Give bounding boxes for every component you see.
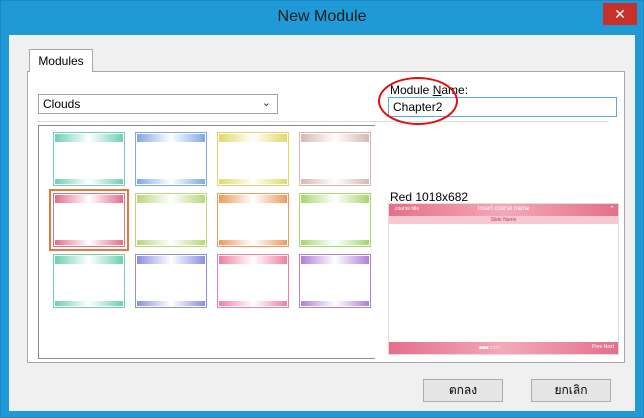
template-select-value: Clouds bbox=[43, 97, 81, 111]
preview-slide-title: Slide Name bbox=[389, 216, 618, 224]
dialog-body: Modules Clouds ⌄ Module Name: Red 1018x6… bbox=[9, 35, 635, 411]
template-thumbnail[interactable] bbox=[217, 132, 289, 186]
template-thumbnail[interactable] bbox=[53, 132, 125, 186]
template-thumbnail[interactable] bbox=[135, 132, 207, 186]
template-thumbnail[interactable] bbox=[299, 254, 371, 308]
chevron-down-icon: ⌄ bbox=[261, 97, 271, 109]
highlight-circle bbox=[378, 77, 458, 125]
template-select[interactable]: Clouds ⌄ bbox=[38, 94, 278, 114]
preview-progress-icon: ■■■□□□□ bbox=[479, 345, 501, 351]
dialog-window: New Module ✕ Modules Clouds ⌄ Module Nam… bbox=[0, 0, 644, 418]
preview-header: course title Insert course name ⌃ bbox=[389, 204, 618, 216]
modules-panel: Clouds ⌄ Module Name: Red 1018x682 cours… bbox=[27, 71, 625, 363]
preview-course-title: Insert course name bbox=[477, 206, 530, 212]
template-thumbnail[interactable] bbox=[217, 254, 289, 308]
ok-button[interactable]: ตกลง bbox=[423, 379, 503, 402]
template-thumbnail[interactable] bbox=[135, 254, 207, 308]
template-thumbnail[interactable] bbox=[299, 193, 371, 247]
template-thumbnail[interactable] bbox=[299, 132, 371, 186]
cancel-button[interactable]: ยกเลิก bbox=[531, 379, 611, 402]
template-gallery bbox=[38, 125, 375, 359]
divider bbox=[38, 121, 608, 122]
preview-collapse-icon: ⌃ bbox=[609, 206, 615, 213]
preview-footer: ■■■□□□□ Prev Next bbox=[389, 342, 618, 354]
template-thumbnail[interactable] bbox=[217, 193, 289, 247]
template-thumbnail[interactable] bbox=[135, 193, 207, 247]
close-icon: ✕ bbox=[614, 6, 626, 22]
template-preview: course title Insert course name ⌃ Slide … bbox=[388, 203, 619, 355]
preview-nav: Prev Next bbox=[592, 344, 614, 350]
close-button[interactable]: ✕ bbox=[603, 3, 637, 25]
window-title: New Module bbox=[277, 8, 367, 25]
template-thumbnail[interactable] bbox=[53, 254, 125, 308]
preview-label: Red 1018x682 bbox=[390, 190, 469, 204]
tab-modules[interactable]: Modules bbox=[29, 49, 93, 72]
title-bar[interactable]: New Module ✕ bbox=[1, 1, 643, 35]
template-thumbnail[interactable] bbox=[49, 189, 129, 251]
